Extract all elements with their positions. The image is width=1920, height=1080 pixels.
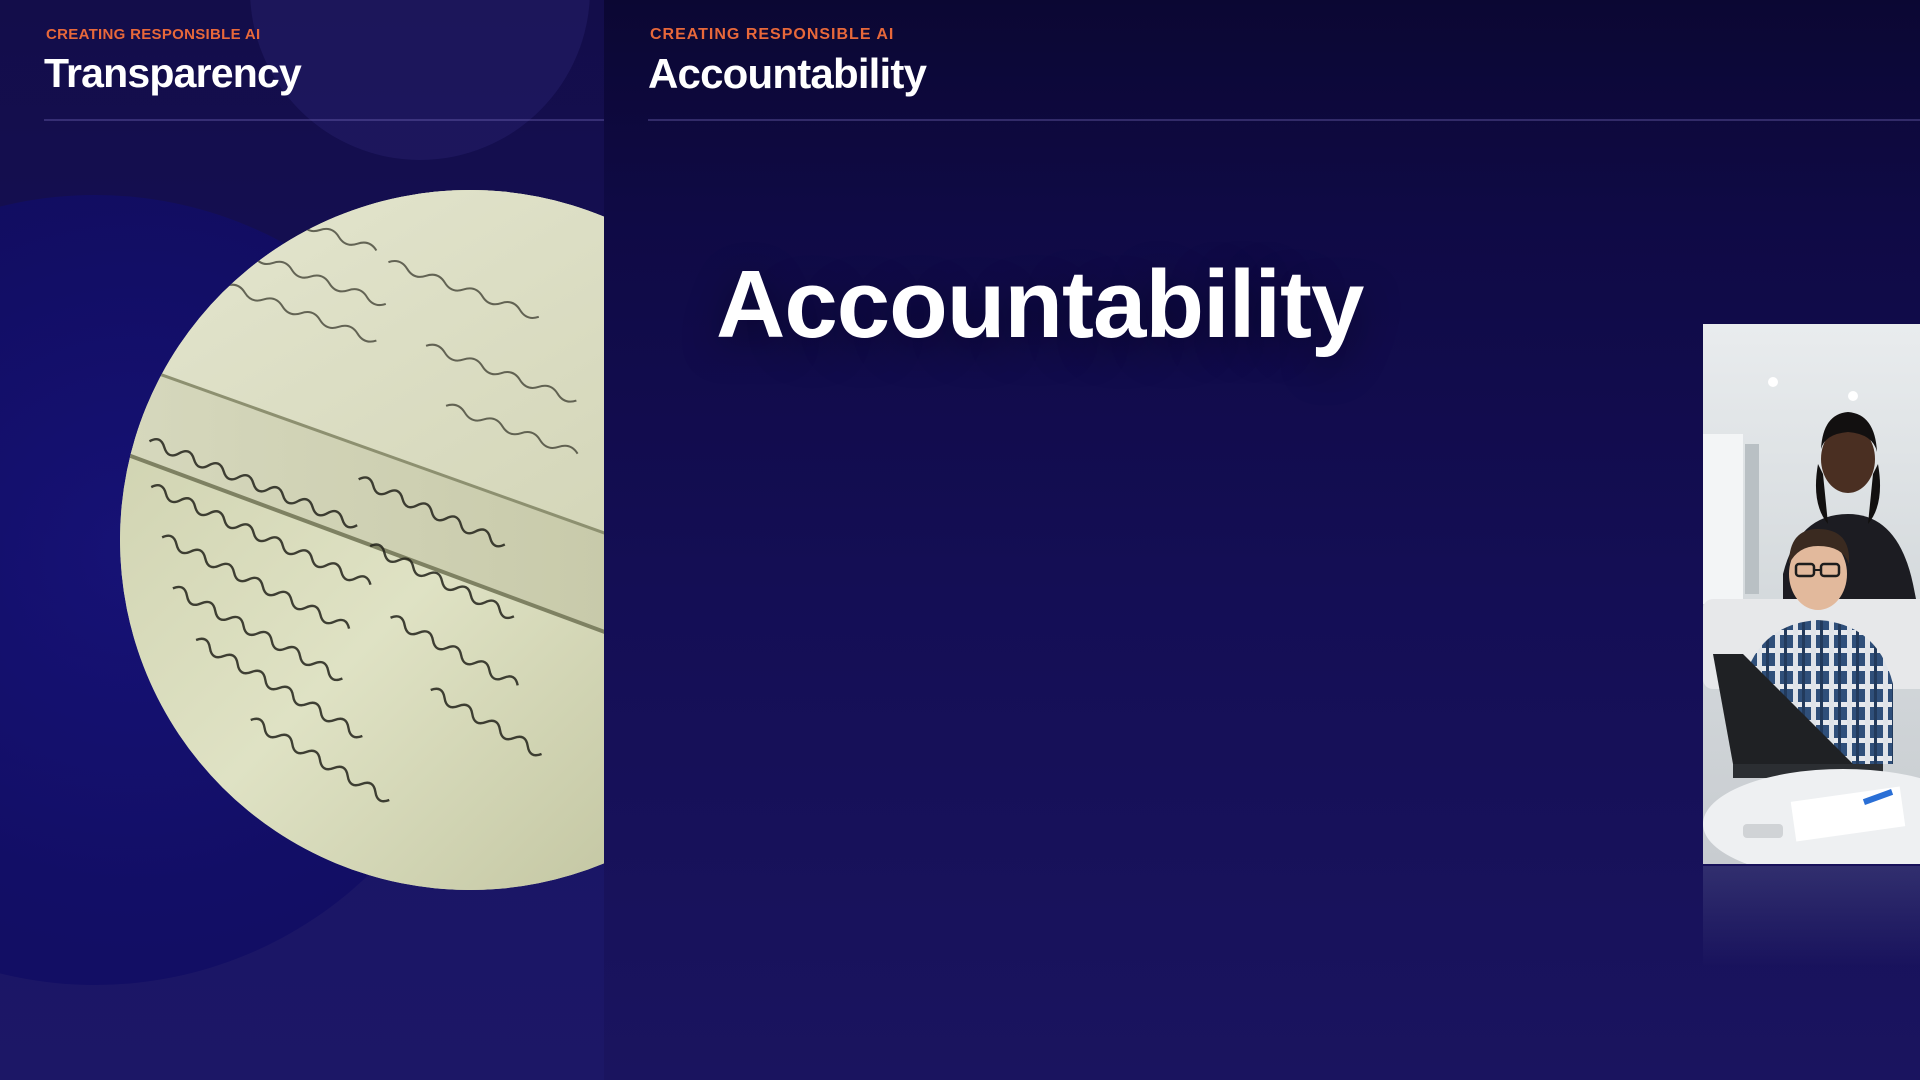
- header-divider: [44, 119, 604, 121]
- slide-headline: Accountability: [716, 251, 1364, 358]
- slide-transparency: CREATING RESPONSIBLE AI Transparency: [0, 0, 604, 1080]
- section-eyebrow: CREATING RESPONSIBLE AI: [650, 26, 895, 43]
- slide-header-title: Transparency: [44, 50, 302, 96]
- presentation-stage: CREATING RESPONSIBLE AI Transparency CRE…: [0, 0, 1920, 1080]
- office-team-illustration: [1703, 324, 1920, 864]
- header-divider: [648, 119, 1920, 121]
- section-eyebrow: CREATING RESPONSIBLE AI: [46, 26, 261, 43]
- slide-accountability: CREATING RESPONSIBLE AI Accountability A…: [604, 0, 1920, 1080]
- office-team-laptop-photo: [1703, 324, 1920, 864]
- photo-reflection: [1703, 866, 1920, 966]
- slide-header-title: Accountability: [648, 50, 927, 97]
